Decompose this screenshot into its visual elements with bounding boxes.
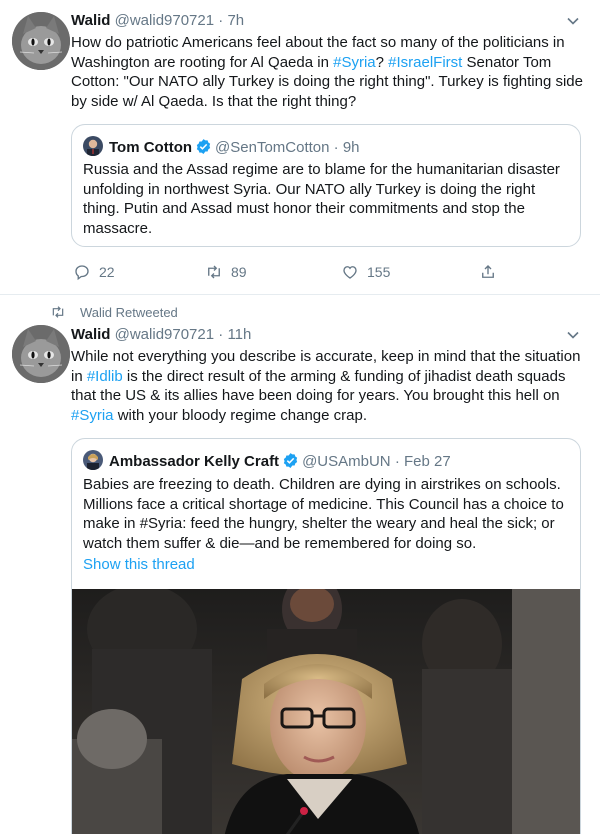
separator-dot: · [218, 12, 224, 29]
retweet-icon [208, 265, 220, 279]
like-icon [343, 266, 357, 279]
avatar [83, 136, 103, 156]
photo-woman-at-un-council [72, 589, 580, 834]
avatar[interactable] [12, 12, 70, 70]
timestamp: 9h [342, 139, 360, 156]
hashtag-link[interactable]: #IsraelFirst [388, 54, 462, 71]
like-count: 155 [367, 264, 391, 280]
tweet-text: How do patriotic Americans feel about th… [71, 33, 583, 111]
verified-badge-icon [196, 139, 211, 154]
tweet-header: Walid @walid970721 · 11h [71, 325, 251, 345]
avatar[interactable] [12, 325, 70, 383]
quoted-tweet-text: Babies are freezing to death. Children a… [83, 476, 564, 552]
timestamp[interactable]: 7h [227, 12, 244, 29]
like-button[interactable]: 155 [341, 262, 390, 282]
chevron-down-icon[interactable] [566, 14, 580, 28]
retweet-count: 89 [231, 264, 247, 280]
author-name: Ambassador Kelly Craft [109, 453, 280, 470]
text-segment: with your bloody regime change crap. [113, 406, 368, 424]
quoted-tweet[interactable]: Ambassador Kelly Craft @USAmbUN · Feb 27… [71, 438, 581, 834]
timestamp[interactable]: 11h [227, 326, 251, 343]
separator-dot: · [218, 326, 224, 343]
cat-avatar-icon [12, 12, 70, 70]
tweet-header: Walid @walid970721 · 7h [71, 11, 244, 31]
author-handle: @SenTomCotton [215, 139, 330, 156]
author-handle[interactable]: @walid970721 [115, 12, 214, 29]
hashtag-link[interactable]: #Syria [333, 54, 376, 71]
cat-avatar-icon [12, 325, 70, 383]
text-segment: is the direct result of the arming & fun… [71, 367, 566, 405]
author-handle: @USAmbUN [302, 453, 391, 470]
tweet[interactable]: Walid @walid970721 · 11h While not every… [0, 295, 600, 834]
separator-dot: · [394, 453, 400, 470]
separator-dot: · [333, 139, 339, 156]
author-name: Tom Cotton [109, 139, 193, 156]
tweet-photo[interactable] [72, 589, 580, 834]
author-name[interactable]: Walid [71, 12, 110, 29]
share-button[interactable] [479, 262, 505, 282]
reply-icon [75, 265, 89, 281]
quoted-tweet-header: Ambassador Kelly Craft @USAmbUN · Feb 27 [83, 450, 451, 472]
author-name[interactable]: Walid [71, 326, 110, 343]
text-segment: ? [375, 53, 389, 71]
chevron-down-icon[interactable] [566, 328, 580, 342]
share-icon [482, 265, 494, 278]
show-thread-link[interactable]: Show this thread [83, 556, 195, 573]
hashtag-link[interactable]: #Idlib [87, 368, 123, 385]
quoted-tweet[interactable]: Tom Cotton @SenTomCotton · 9h Russia and… [71, 124, 581, 247]
avatar [83, 450, 103, 470]
author-handle[interactable]: @walid970721 [115, 326, 214, 343]
tweet[interactable]: Walid @walid970721 · 7h How do patriotic… [0, 0, 600, 294]
reply-button[interactable]: 22 [73, 262, 115, 282]
quoted-tweet-text: Russia and the Assad regime are to blame… [83, 161, 560, 237]
retweet-button[interactable]: 89 [205, 262, 247, 282]
verified-badge-icon [283, 453, 298, 468]
tweet-text: While not everything you describe is acc… [71, 347, 583, 425]
tweet-actions: 22 89 155 [71, 262, 583, 282]
quoted-tweet-header: Tom Cotton @SenTomCotton · 9h [83, 136, 360, 158]
reply-count: 22 [99, 264, 115, 280]
timestamp: Feb 27 [403, 453, 451, 470]
hashtag-link[interactable]: #Syria [71, 407, 114, 424]
